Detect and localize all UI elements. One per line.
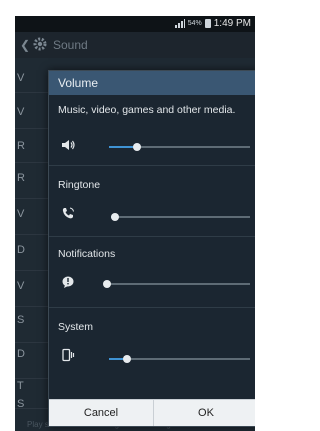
cancel-button[interactable]: Cancel [49,399,153,426]
speaker-icon [62,140,75,150]
battery-icon [204,19,211,28]
list-item-letter: T [17,380,24,392]
phone-screen: 54% 1:49 PM ❮ Sound V V R R V D V S D T … [15,16,255,431]
slider-thumb[interactable] [123,355,132,363]
list-item-letter: D [17,244,25,256]
list-item-letter: D [17,348,25,360]
list-item-letter: S [17,398,25,410]
page-title: Sound [53,38,88,52]
dialog-title-bar: Volume [49,71,255,95]
list-item-letter: V [17,106,25,118]
ringtone-label: Ringtone [58,179,101,191]
list-item-letter: R [17,172,25,184]
ringtone-icon [62,207,74,219]
media-volume-label: Music, video, games and other media. [58,104,236,116]
list-item-letter: V [17,280,25,292]
slider-thumb[interactable] [133,143,142,151]
notifications-volume-slider[interactable] [103,280,250,288]
slider-thumb[interactable] [111,213,120,221]
phone-vibrate-icon [62,348,75,362]
notification-icon [62,276,74,288]
list-item-letter: R [17,140,25,152]
ok-button[interactable]: OK [153,399,255,426]
system-volume-slider[interactable] [109,355,250,363]
status-bar: 54% 1:49 PM [15,16,255,32]
signal-icon [174,19,185,28]
back-arrow-icon[interactable]: ❮ [20,38,30,52]
action-bar: ❮ Sound [15,32,255,58]
clock: 1:49 PM [213,18,251,29]
gear-icon [33,37,47,51]
media-volume-section: Music, video, games and other media. [49,95,255,165]
battery-percent: 54% [187,20,202,27]
dialog-button-bar: Cancel OK [49,399,255,426]
media-volume-slider[interactable] [109,143,250,151]
system-label: System [58,321,94,333]
notifications-label: Notifications [58,248,116,260]
ringtone-volume-slider[interactable] [111,213,250,221]
dialog-title: Volume [58,76,99,90]
system-volume-section: System [49,308,255,378]
slider-thumb[interactable] [103,280,111,288]
list-item-letter: V [17,72,25,84]
list-item-letter: S [17,314,25,326]
volume-dialog: Volume Music, video, games and other med… [48,70,255,427]
status-indicators: 54% 1:49 PM [174,18,251,29]
ringtone-volume-section: Ringtone [49,166,255,236]
list-item-letter: V [17,208,25,220]
notifications-volume-section: Notifications [49,237,255,307]
